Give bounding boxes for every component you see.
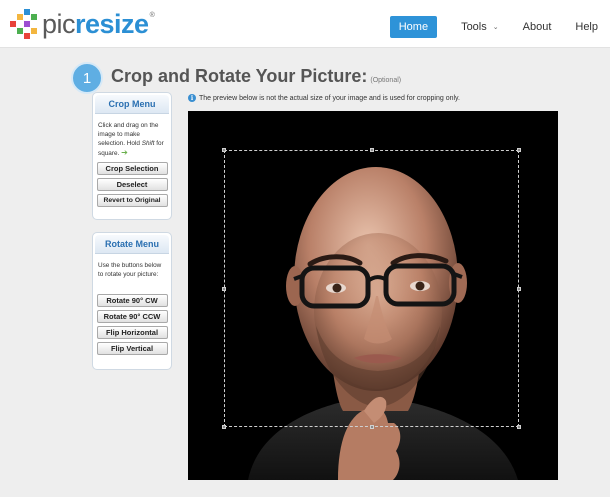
- nav-tools[interactable]: Tools ⌄: [461, 21, 499, 33]
- nav-home[interactable]: Home: [389, 16, 438, 38]
- rotate-ccw-button[interactable]: Rotate 90° CCW: [96, 310, 168, 323]
- nav-about[interactable]: About: [523, 21, 552, 33]
- nav-help-label: Help: [575, 21, 598, 33]
- preview-notice: i The preview below is not the actual si…: [188, 94, 460, 102]
- arrow-right-icon: ➔: [121, 148, 128, 157]
- flip-horizontal-button[interactable]: Flip Horizontal: [96, 326, 168, 339]
- logo-pic: pic: [42, 9, 76, 39]
- deselect-button[interactable]: Deselect: [96, 178, 168, 191]
- picresize-logo[interactable]: picresize ®: [10, 9, 155, 39]
- revert-to-original-button[interactable]: Revert to Original: [96, 194, 168, 207]
- optional-label: (Optional): [370, 77, 402, 84]
- crop-menu-title: Crop Menu: [95, 95, 169, 114]
- rotate-cw-button[interactable]: Rotate 90° CW: [96, 294, 168, 307]
- rotate-menu-title: Rotate Menu: [95, 235, 169, 254]
- crop-handle-s[interactable]: [370, 425, 374, 429]
- info-icon: i: [188, 94, 196, 102]
- main-nav: Home Tools ⌄ About Help: [389, 16, 598, 38]
- crop-menu-panel: Crop Menu Click and drag on the image to…: [92, 92, 172, 220]
- site-header: picresize ® Home Tools ⌄ About Help: [0, 0, 610, 48]
- nav-tools-label: Tools: [461, 21, 487, 33]
- crop-selection-box[interactable]: [222, 148, 521, 429]
- flip-vertical-button[interactable]: Flip Vertical: [96, 342, 168, 355]
- crop-canvas[interactable]: [188, 111, 558, 480]
- chevron-down-icon: ⌄: [492, 24, 499, 31]
- crop-instructions: Click and drag on the image to make sele…: [93, 116, 171, 162]
- logo-wordmark: picresize: [42, 9, 149, 39]
- nav-help[interactable]: Help: [575, 21, 598, 33]
- step-number-badge: 1: [71, 62, 103, 94]
- crop-handle-w[interactable]: [222, 287, 226, 291]
- nav-about-label: About: [522, 21, 552, 33]
- page-title: Crop and Rotate Your Picture: (Optional): [111, 66, 401, 87]
- registered-mark: ®: [149, 12, 155, 19]
- logo-resize: resize: [75, 9, 149, 39]
- logo-mosaic-icon: [10, 9, 40, 39]
- preview-notice-text: The preview below is not the actual size…: [199, 94, 460, 102]
- crop-handle-se[interactable]: [517, 425, 521, 429]
- rotate-menu-panel: Rotate Menu Use the buttons below to rot…: [92, 232, 172, 370]
- step-title-text: Crop and Rotate Your Picture:: [111, 66, 368, 86]
- crop-handle-nw[interactable]: [222, 148, 226, 152]
- crop-handle-sw[interactable]: [222, 425, 226, 429]
- crop-handle-e[interactable]: [517, 287, 521, 291]
- crop-handle-ne[interactable]: [517, 148, 521, 152]
- crop-handle-n[interactable]: [370, 148, 374, 152]
- crop-instructions-shift: Shift: [141, 140, 155, 147]
- nav-home-label: Home: [398, 21, 429, 33]
- crop-selection-button[interactable]: Crop Selection: [96, 162, 168, 175]
- rotate-instructions: Use the buttons below to rotate your pic…: [98, 262, 162, 278]
